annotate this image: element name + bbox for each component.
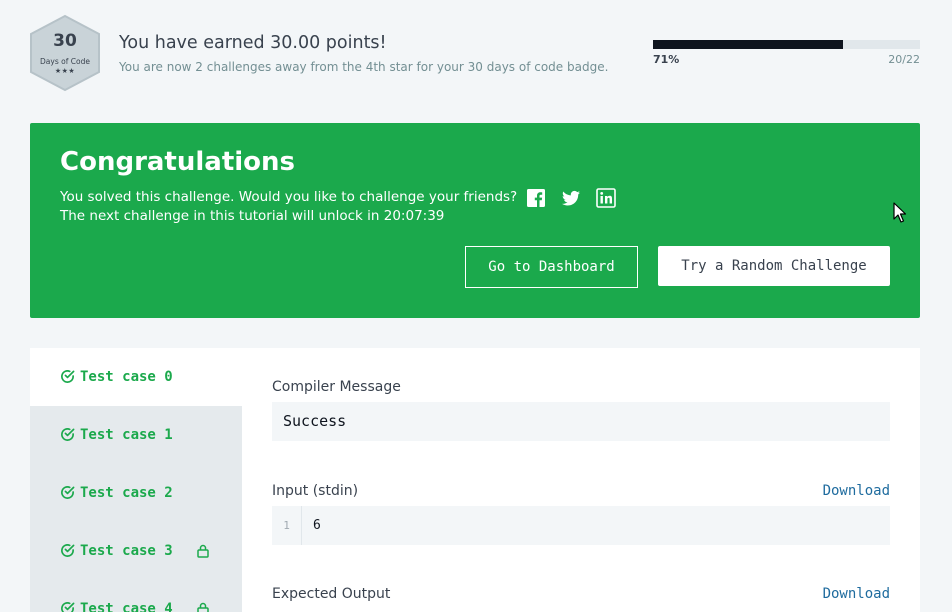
days-of-code-badge[interactable]: 30 Days of Code ★★★ [27, 14, 103, 92]
compiler-message-box: Success [272, 402, 890, 441]
badge-number: 30 [53, 31, 77, 51]
tab-label: Test case 2 [80, 485, 173, 501]
tab-test-case-4[interactable]: Test case 4 [30, 580, 242, 612]
compiler-message-label: Compiler Message [272, 379, 401, 395]
tab-label: Test case 0 [80, 369, 173, 385]
unlock-timer-text: The next challenge in this tutorial will… [60, 208, 445, 224]
input-code-box: 1 6 [272, 506, 890, 545]
expected-output-label: Expected Output [272, 586, 391, 602]
try-random-challenge-button[interactable]: Try a Random Challenge [658, 246, 890, 286]
input-label: Input (stdin) [272, 483, 359, 499]
expected-output-download-link[interactable]: Download [823, 586, 890, 602]
check-circle-icon [61, 486, 75, 499]
twitter-icon[interactable] [561, 188, 581, 208]
congratulations-title: Congratulations [60, 147, 296, 177]
check-circle-icon [61, 544, 75, 557]
go-to-dashboard-button[interactable]: Go to Dashboard [465, 246, 638, 288]
input-value: 6 [313, 518, 321, 533]
top-summary-bar: 30 Days of Code ★★★ You have earned 30.0… [0, 0, 952, 110]
check-circle-icon [61, 428, 75, 441]
badge-label: Days of Code [40, 57, 90, 66]
facebook-icon[interactable] [526, 188, 546, 208]
test-case-tabs: Test case 0 Test case 1 Test case 2 Test… [30, 348, 242, 612]
tab-test-case-1[interactable]: Test case 1 [30, 406, 242, 464]
check-circle-icon [61, 370, 75, 383]
badge-progress-bar [653, 40, 920, 49]
progress-count: 20/22 [888, 53, 920, 66]
tab-label: Test case 3 [80, 543, 173, 559]
tab-label: Test case 1 [80, 427, 173, 443]
tab-test-case-2[interactable]: Test case 2 [30, 464, 242, 522]
test-results-panel: Test case 0 Test case 1 Test case 2 Test… [30, 348, 920, 612]
challenge-friends-text: You solved this challenge. Would you lik… [60, 189, 518, 205]
mouse-cursor-icon [893, 202, 907, 223]
lock-icon [197, 544, 209, 558]
badge-progress-fill [653, 40, 843, 49]
lock-icon [197, 602, 209, 612]
congratulations-banner: Congratulations You solved this challeng… [30, 123, 920, 318]
badge-stars: ★★★ [54, 67, 76, 75]
tab-test-case-3[interactable]: Test case 3 [30, 522, 242, 580]
points-earned-subtitle: You are now 2 challenges away from the 4… [119, 60, 609, 74]
tab-label: Test case 4 [80, 601, 173, 612]
points-earned-title: You have earned 30.00 points! [119, 33, 387, 53]
linkedin-icon[interactable] [596, 188, 616, 208]
line-number: 1 [272, 506, 302, 545]
input-download-link[interactable]: Download [823, 483, 890, 499]
check-circle-icon [61, 602, 75, 612]
progress-percent: 71% [653, 53, 680, 66]
tab-test-case-0[interactable]: Test case 0 [30, 348, 242, 406]
badge-hexagon-shape [30, 14, 100, 92]
